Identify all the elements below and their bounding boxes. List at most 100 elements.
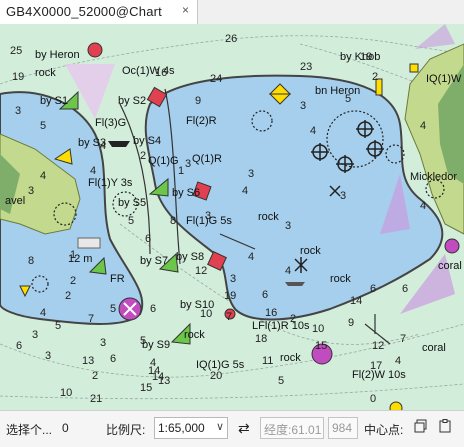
depth-sounding: 12	[195, 265, 207, 277]
chart-canvas: 262519 16 2423199 52344235343533433444215 64…	[0, 24, 464, 410]
selection-count: 0	[62, 421, 69, 435]
depth-sounding: 4	[420, 120, 426, 132]
depth-sounding: 6	[150, 303, 156, 315]
chart-label: Fl(2)W 10s	[352, 369, 406, 381]
depth-sounding: 10	[312, 323, 324, 335]
chart-label: by S7	[140, 255, 168, 267]
depth-sounding: 3	[340, 190, 346, 202]
depth-sounding: 3	[100, 337, 106, 349]
chart-tab[interactable]: GB4X0000_52000@Chart ×	[0, 0, 198, 24]
chart-label: rock	[35, 67, 56, 79]
chart-label: coral	[422, 342, 446, 354]
chart-label: IQ(1)G 5s	[196, 359, 245, 371]
depth-sounding: 0	[370, 393, 376, 405]
chart-label: by S4	[133, 135, 161, 147]
depth-sounding: 4	[285, 265, 291, 277]
depth-sounding: 6	[16, 340, 22, 352]
chart-label: by Knob	[340, 51, 380, 63]
tab-bar: GB4X0000_52000@Chart ×	[0, 0, 464, 25]
depth-sounding: 3	[230, 273, 236, 285]
chevron-down-icon: ∨	[215, 421, 224, 433]
depth-sounding: 3	[285, 220, 291, 232]
depth-sounding: 4	[242, 185, 248, 197]
depth-sounding: 9	[348, 317, 354, 329]
depth-sounding: 23	[300, 61, 312, 73]
depth-sounding: 21	[90, 393, 102, 405]
tab-title: GB4X0000_52000@Chart	[6, 4, 162, 19]
depth-sounding: 7	[88, 313, 94, 325]
depth-sounding: 5	[40, 120, 46, 132]
chart-label: avel	[5, 195, 25, 207]
depth-sounding: 19	[12, 71, 24, 83]
depth-sounding: 25	[10, 45, 22, 57]
depth-sounding: 20	[210, 370, 222, 382]
depth-sounding: 13	[82, 355, 94, 367]
chart-label: Fl(1)G 5s	[186, 215, 232, 227]
chart-label: by S10	[180, 299, 214, 311]
chart-label: by S5	[118, 197, 146, 209]
depth-sounding: 5	[55, 320, 61, 332]
depth-sounding: 4	[40, 170, 46, 182]
scale-select[interactable]: 1:65,000 ∨	[154, 417, 228, 439]
chart-label: rock	[330, 273, 351, 285]
chart-label: 12 m	[68, 253, 92, 265]
depth-sounding: 10	[60, 387, 72, 399]
depth-sounding: 24	[210, 73, 222, 85]
chart-label: rock	[300, 245, 321, 257]
chart-map[interactable]: 26 25 19 16 24 23 19 9 5 2 3 4 4 2 3 5 3 4 3 5 3 3 4 3 3 4 4 4 2 1 5 6 4…	[0, 24, 464, 410]
depth-sounding: 16	[265, 307, 277, 319]
clipboard-icon[interactable]	[438, 419, 452, 435]
depth-sounding: 2	[70, 275, 76, 287]
depth-sounding: 1	[178, 165, 184, 177]
chart-label: bn Heron	[315, 85, 360, 97]
chart-label: by S3	[78, 137, 106, 149]
depth-sounding: 4	[40, 307, 46, 319]
copy-icon[interactable]	[414, 419, 428, 435]
depth-sounding: 3	[185, 158, 191, 170]
chart-label: Q(1)R	[192, 153, 222, 165]
depth-sounding: 6	[402, 283, 408, 295]
latitude-field[interactable]: 984	[328, 417, 358, 439]
longitude-value: 经度:61.01	[264, 423, 322, 437]
depth-sounding: 4	[310, 125, 316, 137]
depth-sounding: 15	[315, 340, 327, 352]
depth-sounding: 14	[152, 371, 164, 383]
depth-sounding: 2	[140, 150, 146, 162]
center-label: 中心点:	[364, 423, 404, 437]
depth-sounding: 5	[278, 375, 284, 387]
depth-sounding: 14	[350, 295, 362, 307]
close-icon[interactable]: ×	[182, 3, 189, 17]
chart-label: by S2	[118, 95, 146, 107]
depth-sounding: 3	[32, 329, 38, 341]
chart-label: coral	[438, 260, 462, 272]
depth-sounding: 19	[224, 290, 236, 302]
depth-sounding: 6	[370, 283, 376, 295]
depth-sounding: 3	[248, 168, 254, 180]
chart-label: Mickledor	[410, 171, 457, 183]
chart-label: Fl(1)Y 3s	[88, 177, 133, 189]
chart-label: Oc(1)W 4s	[122, 65, 175, 77]
chart-label: Fl(3)G	[95, 117, 126, 129]
chart-label: IQ(1)W	[426, 73, 462, 85]
depth-sounding: 3	[45, 350, 51, 362]
depth-sounding: 12	[372, 340, 384, 352]
longitude-field[interactable]: 经度:61.01	[260, 417, 324, 439]
depth-sounding: 5	[110, 303, 116, 315]
depth-sounding: 15	[140, 382, 152, 394]
depth-sounding: 11	[262, 355, 273, 367]
status-bar: 选择个... 0 比例尺: 1:65,000 ∨ ⇄ 经度:61.01 984 …	[0, 410, 464, 447]
depth-sounding: 3	[15, 105, 21, 117]
swap-icon[interactable]: ⇄	[238, 420, 250, 437]
chart-label: FR	[110, 273, 125, 285]
depth-sounding: 4	[420, 200, 426, 212]
depth-sounding: 4	[395, 355, 401, 367]
depth-sounding: 6	[110, 353, 116, 365]
latitude-value: 984	[332, 421, 353, 435]
chart-label: by S1	[40, 95, 68, 107]
depth-sounding: 3	[300, 100, 306, 112]
selection-label: 选择个...	[6, 423, 53, 437]
depth-sounding: 3	[28, 185, 34, 197]
chart-label: rock	[184, 329, 205, 341]
depth-sounding: 26	[225, 33, 237, 45]
chart-label: rock	[258, 211, 279, 223]
